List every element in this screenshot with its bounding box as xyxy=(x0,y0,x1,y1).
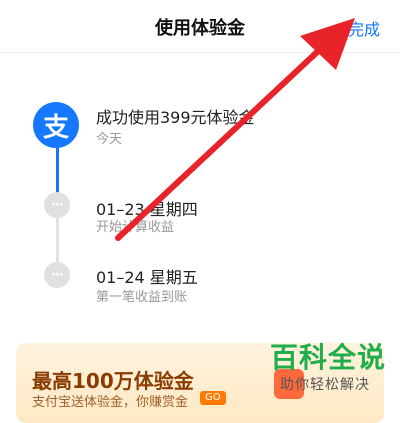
timeline-line-active xyxy=(56,140,59,196)
go-badge[interactable]: GO xyxy=(200,391,226,405)
step-1-subtitle: 今天 xyxy=(96,132,123,147)
watermark-subtitle: 助你轻松解决 xyxy=(280,377,370,393)
done-button[interactable]: 完成 xyxy=(348,16,380,40)
more-dots-icon: ··· xyxy=(44,262,70,288)
header: 使用体验金 完成 xyxy=(0,0,400,52)
more-dots-icon: ··· xyxy=(44,192,70,218)
step-3-title: 01–24 星期五 xyxy=(96,268,198,287)
header-divider xyxy=(0,52,400,53)
step-1-title: 成功使用399元体验金 xyxy=(96,108,255,127)
watermark-title: 百科全说 xyxy=(270,341,387,374)
promo-title: 最高100万体验金 xyxy=(32,369,194,393)
watermark: 百科全说 助你轻松解决 xyxy=(270,336,392,396)
promo-subtitle: 支付宝送体验金，你赚赏金 xyxy=(32,395,189,410)
page-title: 使用体验金 xyxy=(155,18,245,39)
step-2-subtitle: 开始计算收益 xyxy=(96,220,175,235)
alipay-icon: 支 xyxy=(33,102,79,148)
step-3-subtitle: 第一笔收益到账 xyxy=(96,290,188,305)
